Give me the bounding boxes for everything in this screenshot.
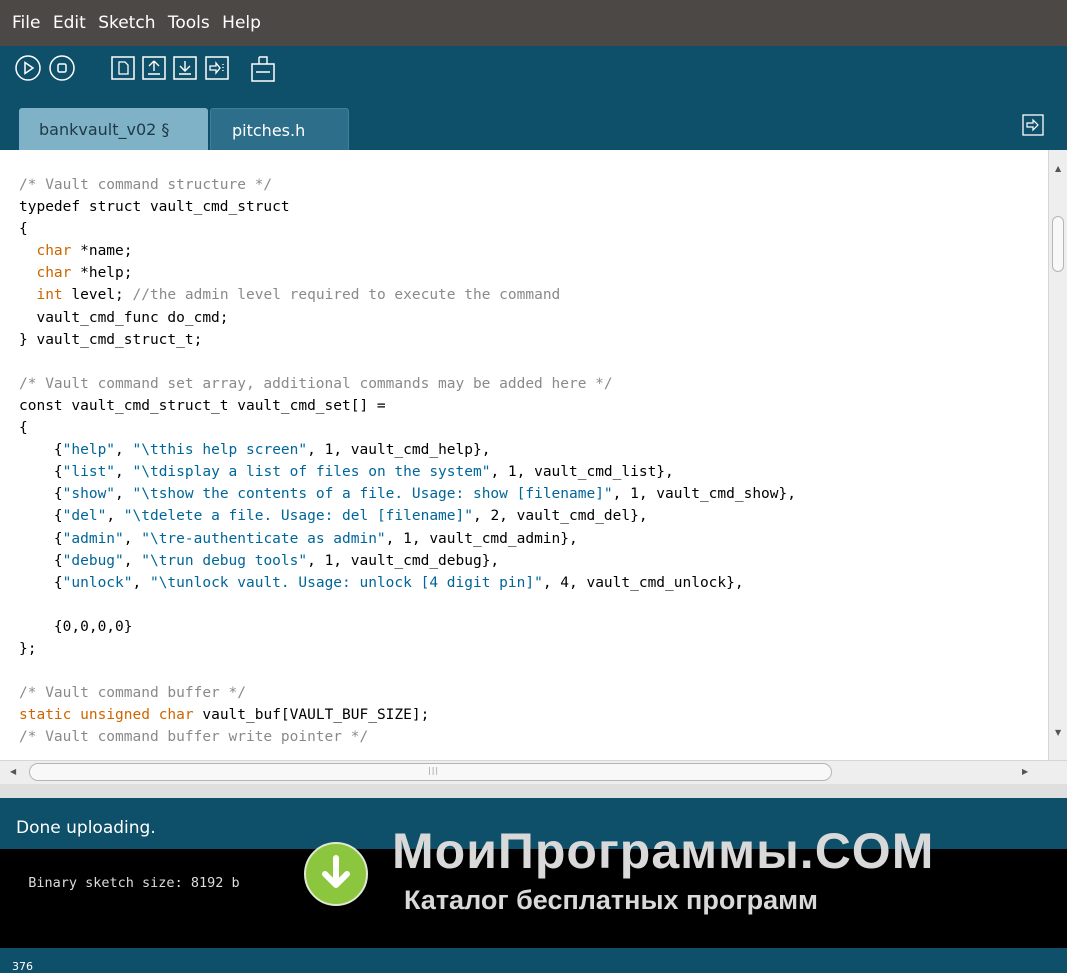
code-line[interactable]: /* Vault command buffer */ [19, 682, 796, 704]
stop-icon[interactable] [48, 54, 76, 82]
console-text: Binary sketch size: 8192 b [28, 875, 240, 891]
tab-bankvault[interactable]: bankvault_v02 § [19, 108, 208, 150]
upload-icon[interactable] [204, 54, 230, 82]
tab-bar: bankvault_v02 § pitches.h [0, 102, 1067, 150]
code-line[interactable]: char *name; [19, 240, 796, 262]
code-line[interactable]: /* Vault command buffer write pointer */ [19, 726, 796, 748]
code-line[interactable]: /* Vault command set array, additional c… [19, 373, 796, 395]
serial-monitor-icon[interactable] [250, 54, 276, 84]
menu-bar: File Edit Sketch Tools Help [0, 0, 1067, 46]
code-line[interactable]: { [19, 417, 796, 439]
code-line[interactable]: }; [19, 638, 796, 660]
code-line[interactable]: {"help", "\tthis help screen", 1, vault_… [19, 439, 796, 461]
code-line[interactable]: static unsigned char vault_buf[VAULT_BUF… [19, 704, 796, 726]
horizontal-scrollbar[interactable]: ◀ ||| ▶ [0, 760, 1067, 784]
code-line[interactable]: {"list", "\tdisplay a list of files on t… [19, 461, 796, 483]
code-line[interactable]: const vault_cmd_struct_t vault_cmd_set[]… [19, 395, 796, 417]
line-number: 376 [12, 960, 33, 973]
vertical-scroll-thumb[interactable] [1052, 216, 1064, 272]
menu-edit[interactable]: Edit [53, 13, 86, 33]
open-icon[interactable] [141, 54, 167, 82]
code-line[interactable]: char *help; [19, 262, 796, 284]
code-line[interactable]: } vault_cmd_struct_t; [19, 329, 796, 351]
scroll-left-icon[interactable]: ◀ [10, 767, 16, 776]
scroll-right-icon[interactable]: ▶ [1022, 767, 1028, 776]
code-line[interactable]: vault_cmd_func do_cmd; [19, 307, 796, 329]
footer-bar: 376 [0, 948, 1067, 973]
scroll-down-icon[interactable]: ▼ [1055, 728, 1061, 737]
code-line[interactable]: { [19, 218, 796, 240]
code-line[interactable]: {0,0,0,0} [19, 616, 796, 638]
menu-help[interactable]: Help [222, 13, 261, 33]
code-line[interactable]: {"show", "\tshow the contents of a file.… [19, 483, 796, 505]
code-line[interactable]: /* Vault command structure */ [19, 174, 796, 196]
horizontal-scroll-thumb[interactable]: ||| [29, 763, 832, 781]
new-icon[interactable] [110, 54, 136, 82]
status-bar: Done uploading. [0, 798, 1067, 849]
code-text[interactable]: /* Vault command structure */typedef str… [19, 174, 796, 748]
code-line[interactable] [19, 594, 796, 616]
code-editor[interactable]: /* Vault command structure */typedef str… [0, 150, 1048, 760]
tab-menu-icon[interactable] [1022, 114, 1044, 140]
code-line[interactable]: {"del", "\tdelete a file. Usage: del [fi… [19, 505, 796, 527]
code-line[interactable]: typedef struct vault_cmd_struct [19, 196, 796, 218]
menu-tools[interactable]: Tools [168, 13, 210, 33]
save-icon[interactable] [172, 54, 198, 82]
code-line[interactable] [19, 351, 796, 373]
tab-pitches[interactable]: pitches.h [210, 108, 349, 150]
menu-sketch[interactable]: Sketch [98, 13, 155, 33]
code-line[interactable]: int level; //the admin level required to… [19, 284, 796, 306]
toolbar [0, 46, 1067, 102]
code-line[interactable] [19, 660, 796, 682]
code-line[interactable]: {"admin", "\tre-authenticate as admin", … [19, 528, 796, 550]
scroll-up-icon[interactable]: ▲ [1055, 164, 1061, 173]
verify-icon[interactable] [14, 54, 42, 82]
vertical-scrollbar[interactable]: ▲ ▼ [1048, 150, 1067, 760]
menu-file[interactable]: File [12, 13, 40, 33]
console-output: Binary sketch size: 8192 b [0, 849, 1067, 948]
status-message: Done uploading. [16, 818, 156, 838]
pane-divider[interactable] [0, 784, 1067, 798]
code-line[interactable]: {"unlock", "\tunlock vault. Usage: unloc… [19, 572, 796, 594]
code-line[interactable]: {"debug", "\trun debug tools", 1, vault_… [19, 550, 796, 572]
